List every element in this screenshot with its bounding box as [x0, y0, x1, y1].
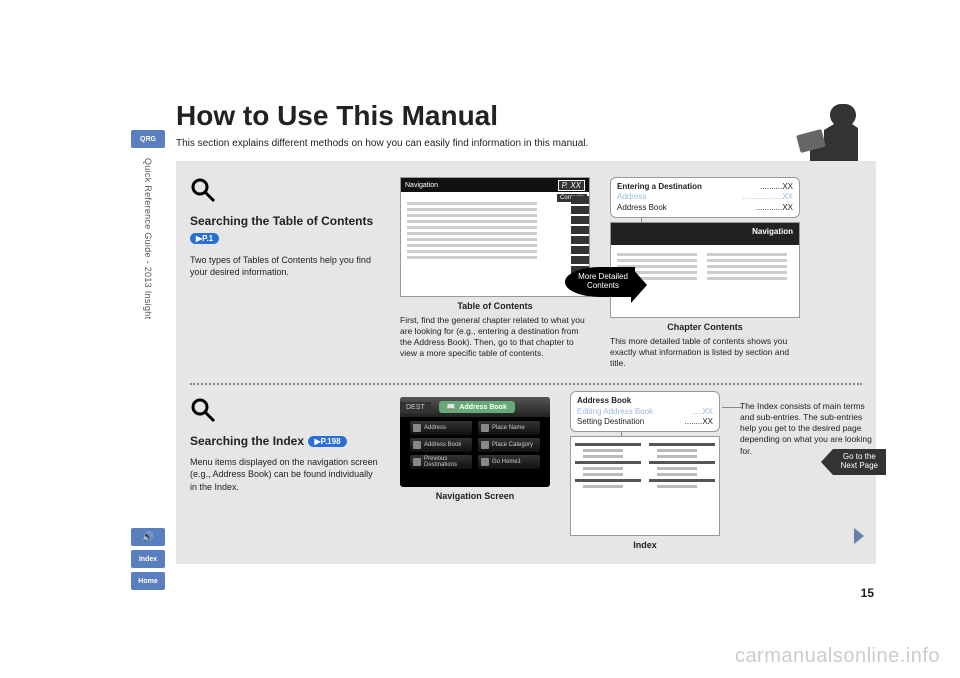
- goto-next-page[interactable]: Go to the Next Page: [833, 449, 886, 475]
- navshot-item: Place Category: [478, 438, 540, 452]
- index-caption: Index: [570, 540, 720, 550]
- navshot-title: Address Book: [459, 404, 506, 411]
- thumb-nav-tab: Navigation: [405, 182, 438, 189]
- index-callout: Address Book Editing Address Book .....X…: [570, 391, 720, 432]
- page-number: 15: [861, 586, 874, 600]
- toc-page-ref[interactable]: ▶P.1: [190, 233, 219, 244]
- chapter-caption: Chapter Contents: [610, 322, 800, 332]
- callout-title: Entering a Destination: [617, 182, 702, 192]
- callout-row2: Address Book: [617, 203, 667, 213]
- navshot-item: Address Book: [410, 438, 472, 452]
- toc-caption: Table of Contents: [400, 301, 590, 311]
- index-body: Menu items displayed on the navigation s…: [190, 456, 380, 492]
- navshot-item: Previous Destinations: [410, 455, 472, 469]
- toc-thumbnail: Navigation P. XX Contents: [400, 177, 590, 297]
- section-index: Searching the Index ▶P.198 Menu items di…: [190, 397, 862, 550]
- sidebar-vertical-label: Quick Reference Guide - 2013 Insight: [143, 158, 153, 319]
- section-divider: [190, 383, 862, 385]
- sidebar-qrg-button[interactable]: QRG: [131, 130, 165, 148]
- navshot-caption: Navigation Screen: [400, 491, 550, 501]
- toc-heading: Searching the Table of Contents: [190, 214, 373, 228]
- navshot-item: Place Name: [478, 421, 540, 435]
- index-callout-title: Address Book: [577, 396, 631, 406]
- chapter-nav-head: Navigation: [752, 227, 793, 236]
- magnifier-icon: [190, 177, 216, 203]
- more-detailed-label: More Detailed Contents: [578, 272, 628, 290]
- book-icon: 📖: [447, 403, 456, 411]
- chapter-callout: Entering a Destination ..........XX Addr…: [610, 177, 800, 218]
- index-callout-row2: Setting Destination: [577, 417, 644, 427]
- toc-body: Two types of Tables of Contents help you…: [190, 254, 380, 278]
- index-page-ref[interactable]: ▶P.198: [308, 436, 346, 447]
- next-page-triangle-icon[interactable]: [854, 528, 864, 544]
- navshot-item: Go Home1: [478, 455, 540, 469]
- sidebar: QRG Quick Reference Guide - 2013 Insight…: [128, 130, 168, 590]
- chapter-desc: This more detailed table of contents sho…: [610, 336, 800, 369]
- sidebar-home-button[interactable]: Home: [131, 572, 165, 590]
- page-content: How to Use This Manual This section expl…: [176, 100, 876, 564]
- index-heading: Searching the Index: [190, 434, 304, 448]
- navshot-tab: DEST: [400, 402, 431, 413]
- toc-desc: First, find the general chapter related …: [400, 315, 590, 359]
- magnifier-icon: [190, 397, 216, 423]
- more-detailed-arrow: More Detailed Contents: [565, 267, 645, 307]
- sidebar-voice-button[interactable]: 🔊: [131, 528, 165, 546]
- navshot-item: Address: [410, 421, 472, 435]
- sidebar-index-button[interactable]: Index: [131, 550, 165, 568]
- watermark: carmanualsonline.info: [735, 645, 940, 668]
- navigation-screenshot: DEST 📖 Address Book Address Place Name A…: [400, 397, 550, 487]
- content-panel: Searching the Table of Contents ▶P.1 Two…: [176, 161, 876, 564]
- callout-row1: Address: [617, 192, 646, 202]
- page-title: How to Use This Manual: [176, 100, 876, 132]
- section-toc: Searching the Table of Contents ▶P.1 Two…: [190, 177, 862, 369]
- thumb-pxx: P. XX: [558, 180, 585, 191]
- index-thumbnail: [570, 436, 720, 536]
- page-subtitle: This section explains different methods …: [176, 138, 876, 149]
- index-callout-row1: Editing Address Book: [577, 407, 653, 417]
